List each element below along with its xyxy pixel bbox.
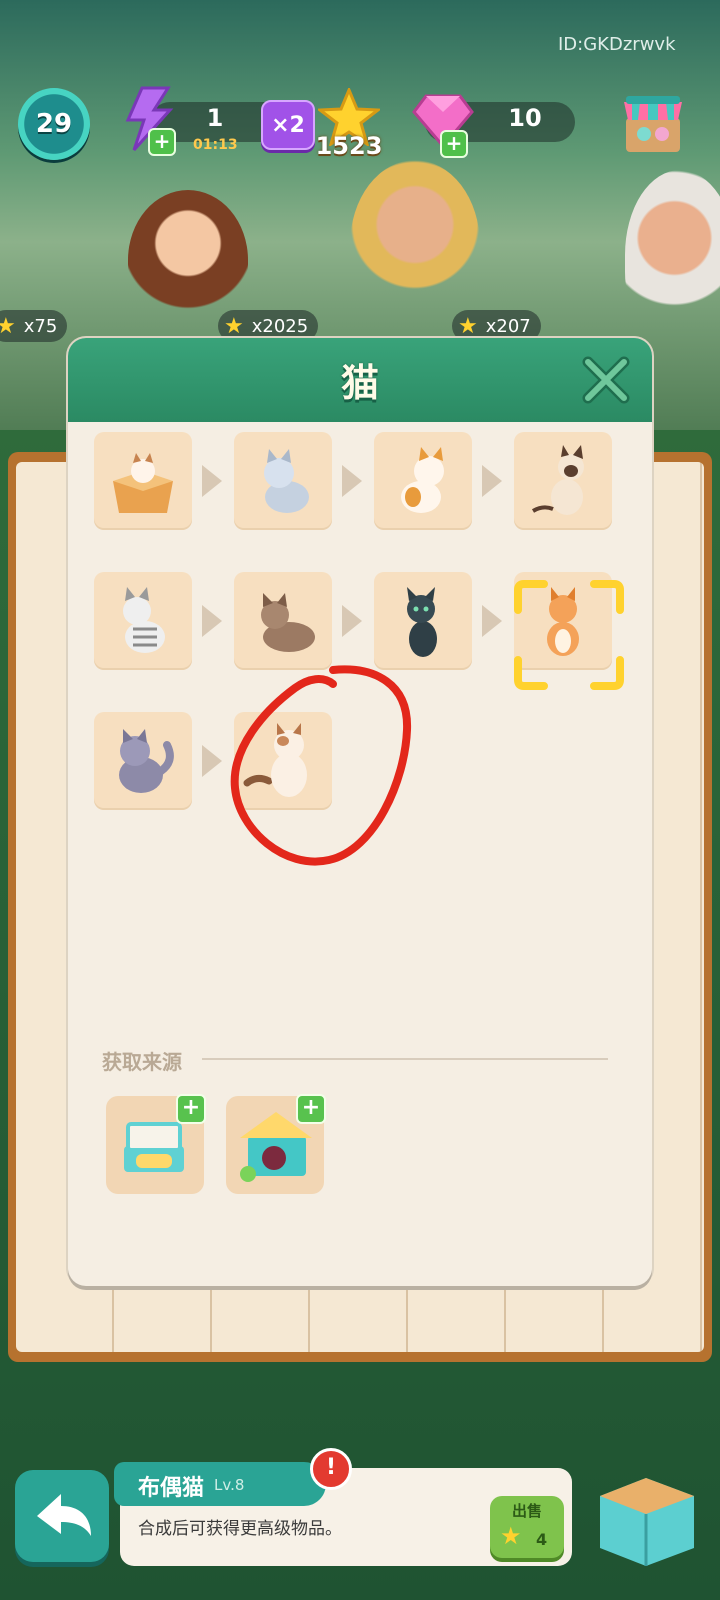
player-id: ID:GKDzrwvk xyxy=(558,34,676,55)
sell-button-label: 出售 xyxy=(511,1502,542,1520)
calico-kitten-icon xyxy=(401,447,444,513)
star-count: 1523 xyxy=(315,132,383,160)
chain-arrow-icon xyxy=(482,605,502,637)
add-source-button[interactable]: + xyxy=(296,1094,326,1124)
chain-arrow-icon xyxy=(202,605,222,637)
chain-item-brown-cat[interactable] xyxy=(234,572,332,670)
source-section-label: 获取来源 xyxy=(102,1050,182,1074)
chain-item-calico-kitten[interactable] xyxy=(374,432,472,530)
alert-icon[interactable]: ! xyxy=(310,1448,352,1490)
red-circle-annotation xyxy=(230,665,412,866)
grey-fluffy-cat-icon xyxy=(119,729,174,793)
selection-frame xyxy=(514,580,624,690)
item-description: 合成后可获得更高级物品。 xyxy=(138,1519,342,1539)
character-blond-man[interactable] xyxy=(350,160,480,330)
chain-item-tabby-kitten[interactable] xyxy=(94,572,192,670)
add-energy-button[interactable]: + xyxy=(148,128,176,156)
source-divider xyxy=(202,1058,608,1060)
source-cat-bed[interactable]: + xyxy=(106,1094,206,1194)
brown-cat-icon xyxy=(261,593,315,652)
chain-arrow-icon xyxy=(482,465,502,497)
energy-timer: 01:13 xyxy=(193,137,238,153)
close-icon[interactable] xyxy=(580,354,632,406)
back-button[interactable] xyxy=(15,1470,109,1562)
chain-arrow-icon xyxy=(202,465,222,497)
chain-item-siamese-cat[interactable] xyxy=(514,432,612,530)
siamese-cat-icon xyxy=(531,445,584,515)
star-icon: ★ xyxy=(500,1522,522,1550)
character-reward-badge: ★ x75 xyxy=(0,310,68,342)
star-icon: ★ xyxy=(458,313,478,339)
player-level-badge[interactable]: 29 xyxy=(18,88,90,160)
chain-arrow-icon xyxy=(342,605,362,637)
undo-arrow-icon xyxy=(37,1494,91,1536)
black-cat-icon xyxy=(407,587,437,657)
character-old-man[interactable] xyxy=(625,170,720,340)
star-icon: ★ xyxy=(0,313,16,339)
double-multiplier-button[interactable]: ×2 xyxy=(261,100,315,150)
item-name: 布偶猫 xyxy=(138,1476,205,1501)
gem-count: 10 xyxy=(508,104,542,132)
chain-item-black-cat[interactable] xyxy=(374,572,472,670)
add-gems-button[interactable]: + xyxy=(440,130,468,158)
add-source-button[interactable]: + xyxy=(176,1094,206,1124)
tabby-kitten-icon xyxy=(123,587,165,653)
chain-item-grey-kitten[interactable] xyxy=(234,432,332,530)
chain-item-cat-in-box[interactable] xyxy=(94,432,192,530)
chain-item-grey-fluffy-cat[interactable] xyxy=(94,712,192,810)
grey-kitten-icon xyxy=(264,449,309,513)
chain-arrow-icon xyxy=(202,745,222,777)
star-icon: ★ xyxy=(224,313,244,339)
shop-icon[interactable] xyxy=(622,88,684,158)
item-level: Lv.8 xyxy=(214,1476,245,1494)
cat-in-box-icon xyxy=(113,453,173,513)
energy-value: 1 xyxy=(206,104,224,132)
player-level: 29 xyxy=(35,109,73,139)
storage-box-icon[interactable] xyxy=(586,1456,706,1568)
source-cat-house[interactable]: + xyxy=(226,1094,326,1194)
dialog-title: 猫 xyxy=(340,361,379,405)
chain-arrow-icon xyxy=(342,465,362,497)
sell-price: 4 xyxy=(536,1530,548,1549)
character-girl[interactable] xyxy=(128,190,248,330)
